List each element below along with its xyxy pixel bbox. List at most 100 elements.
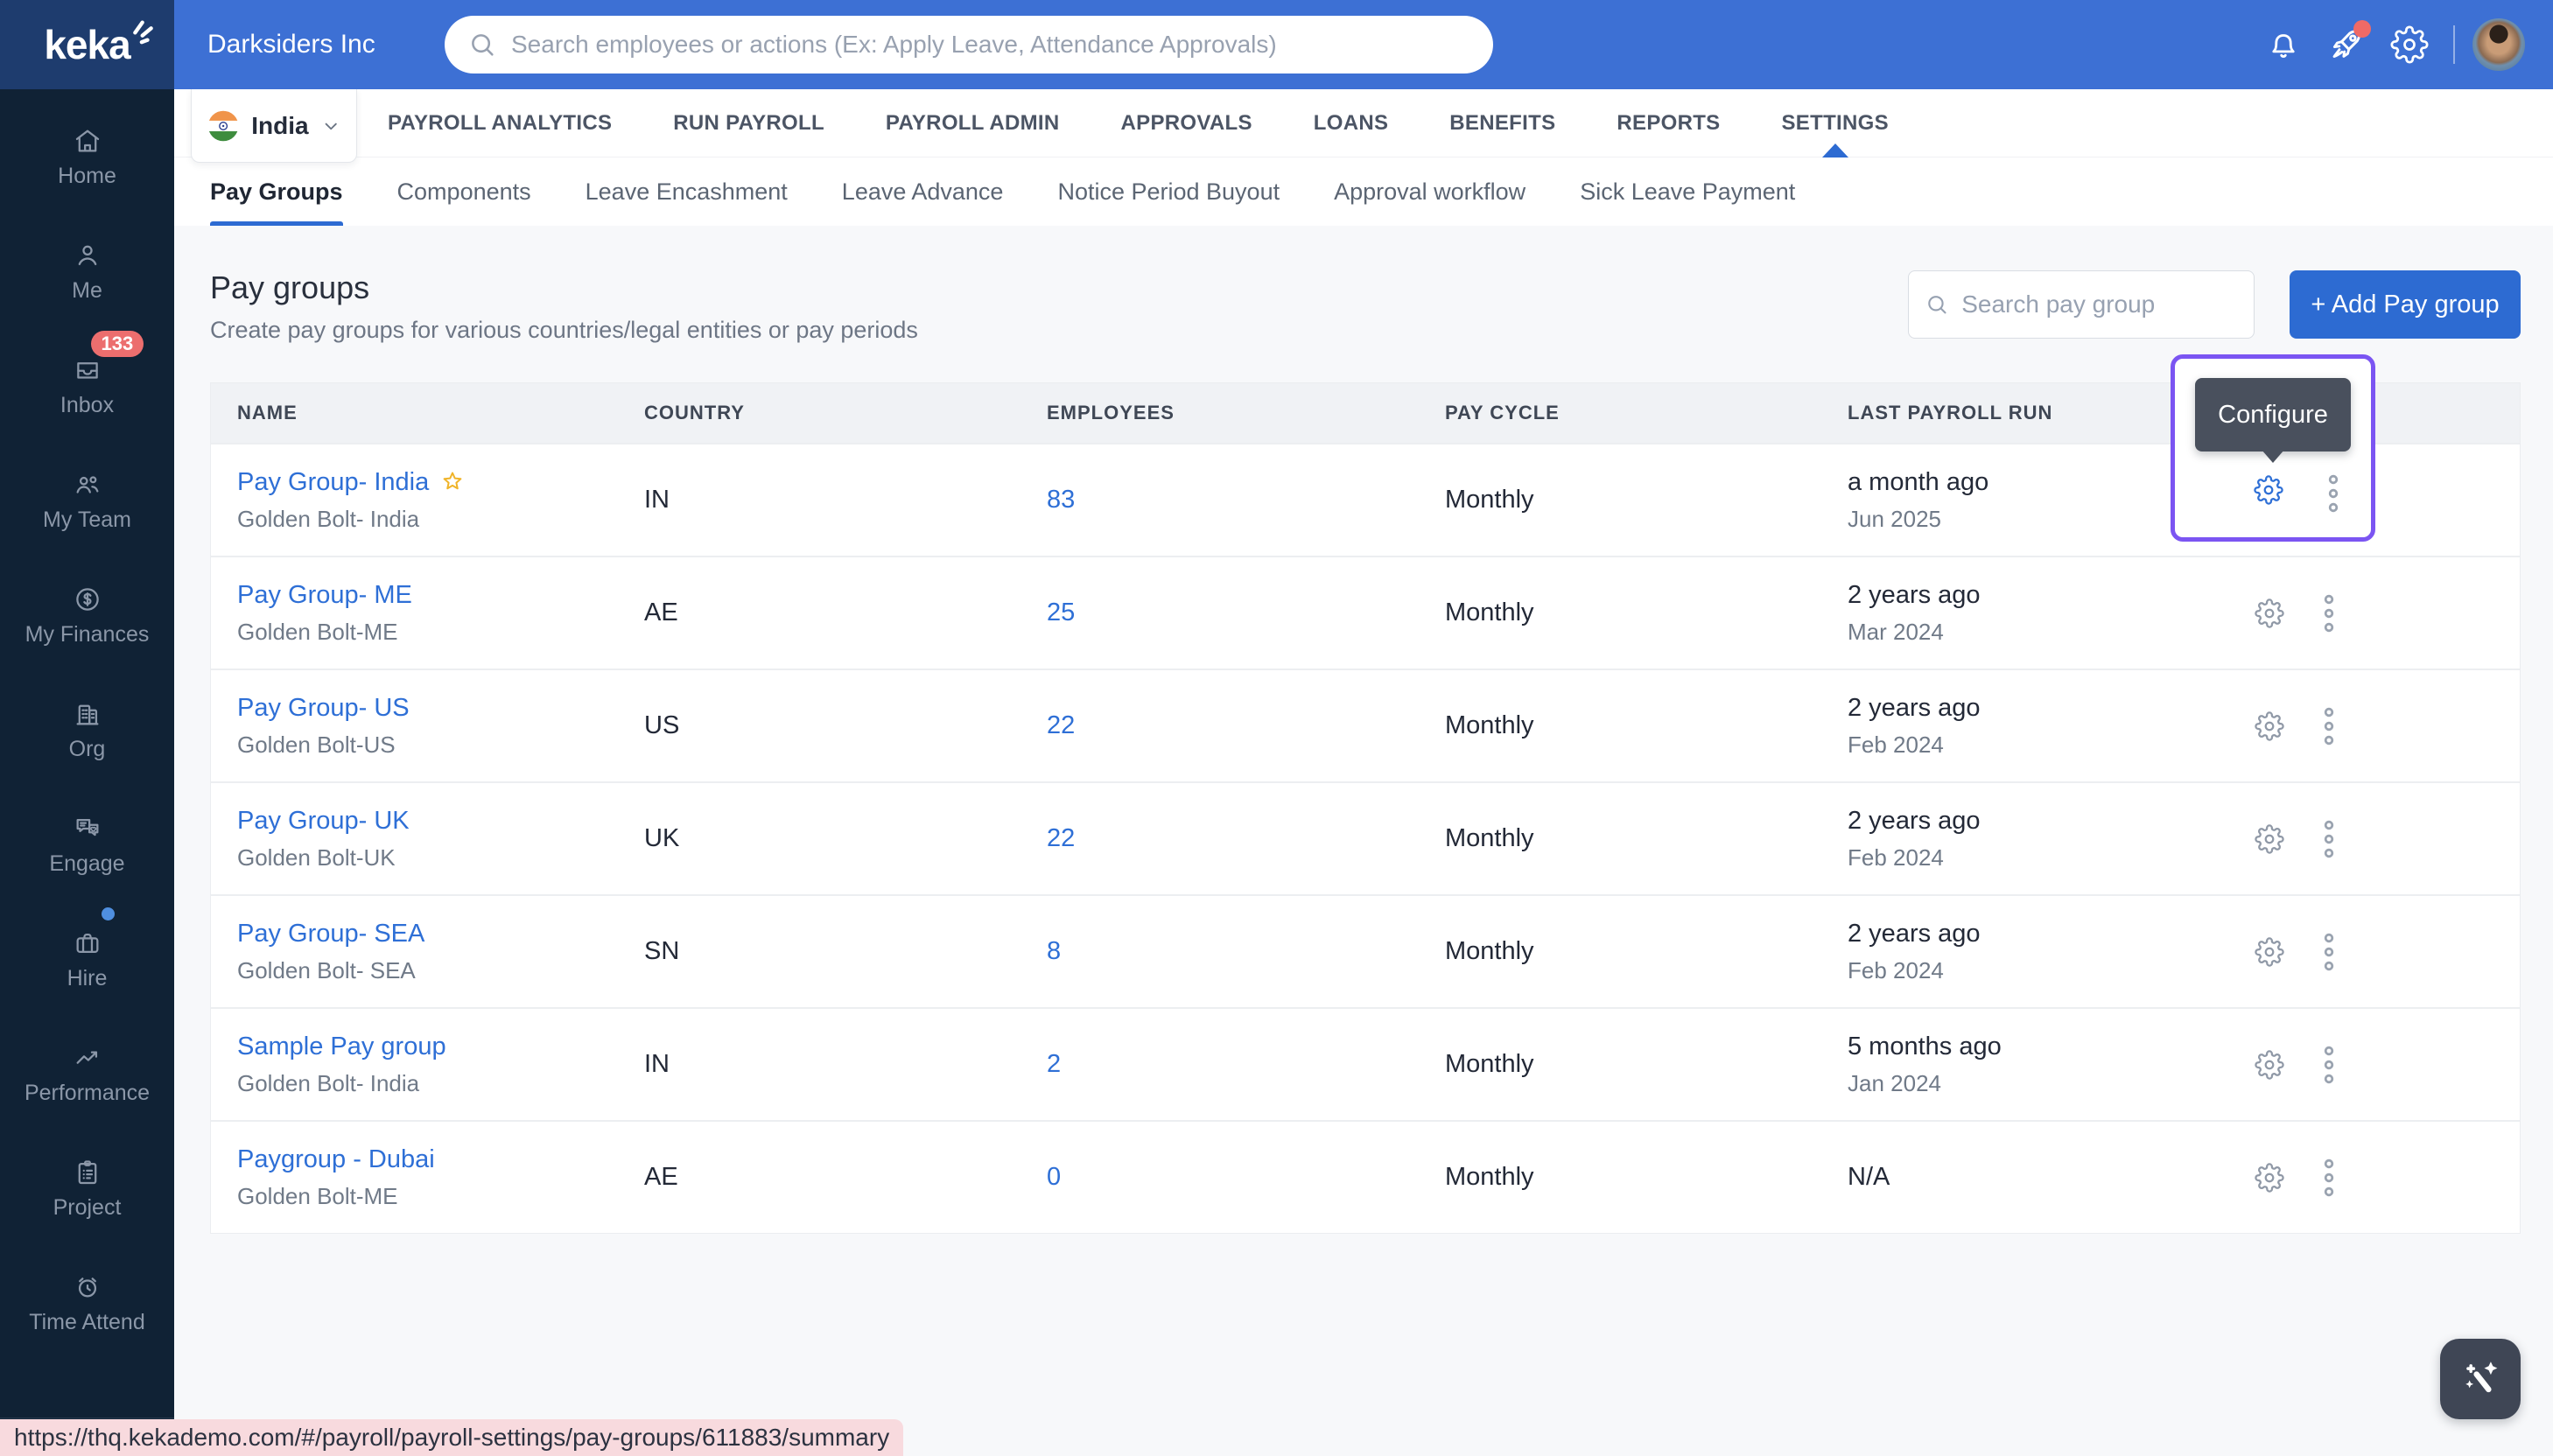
favorite-star-icon[interactable] bbox=[439, 469, 466, 495]
employees-link[interactable]: 25 bbox=[1047, 598, 1075, 626]
more-options-icon[interactable] bbox=[2322, 1044, 2336, 1086]
legal-entity: Golden Bolt-ME bbox=[237, 1182, 398, 1209]
keka-logo[interactable]: keka bbox=[0, 0, 174, 89]
pay-cycle-cell: Monthly bbox=[1445, 711, 1534, 739]
settings-gear-icon[interactable] bbox=[2378, 13, 2441, 76]
time-attend-clock-icon bbox=[78, 1277, 96, 1297]
employees-link[interactable]: 0 bbox=[1047, 1163, 1061, 1191]
employees-link[interactable]: 22 bbox=[1047, 711, 1075, 739]
legal-entity: Golden Bolt-US bbox=[237, 731, 396, 758]
table-row: Pay Group- SEA Golden Bolt- SEA SN 8 Mon… bbox=[211, 894, 2520, 1007]
tab-components[interactable]: Components bbox=[397, 158, 531, 226]
table-row: Sample Pay group Golden Bolt- India IN 2… bbox=[211, 1007, 2520, 1120]
global-search[interactable] bbox=[445, 16, 1493, 74]
magic-wand-button[interactable] bbox=[2440, 1339, 2521, 1419]
paygroup-name-link[interactable]: Pay Group- UK bbox=[237, 807, 410, 836]
configure-gear-icon[interactable] bbox=[2255, 823, 2284, 854]
sidebar-item-my-team[interactable]: My Team bbox=[0, 444, 174, 558]
topbar-divider bbox=[2453, 25, 2455, 64]
sidebar-item-my-finances[interactable]: My Finances bbox=[0, 558, 174, 673]
sidebar-item-performance[interactable]: Performance bbox=[0, 1017, 174, 1131]
paygroup-name-link[interactable]: Sample Pay group bbox=[237, 1032, 446, 1061]
tab-approval-workflow[interactable]: Approval workflow bbox=[1334, 158, 1525, 226]
search-icon bbox=[1928, 296, 1946, 314]
sidebar: Home Me 133 Inbox My Team My Finances Or… bbox=[0, 89, 174, 1456]
tab-pay-groups[interactable]: Pay Groups bbox=[210, 158, 343, 226]
employees-link[interactable]: 8 bbox=[1047, 937, 1061, 965]
pay-cycle-cell: Monthly bbox=[1445, 598, 1534, 626]
paygroup-name-link[interactable]: Paygroup - Dubai bbox=[237, 1145, 435, 1174]
sidebar-item-me[interactable]: Me bbox=[0, 214, 174, 329]
org-building-icon bbox=[76, 704, 98, 724]
notifications-bell-icon[interactable] bbox=[2252, 13, 2315, 76]
top-bar: keka Darksiders Inc bbox=[0, 0, 2553, 89]
home-icon bbox=[75, 130, 99, 151]
sidebar-item-inbox[interactable]: 133 Inbox bbox=[0, 329, 174, 444]
project-clipboard-icon bbox=[78, 1159, 96, 1184]
sidebar-item-engage[interactable]: Engage bbox=[0, 788, 174, 902]
paygroup-name-link[interactable]: Pay Group- ME bbox=[237, 581, 412, 610]
sidebar-item-time-attend[interactable]: Time Attend bbox=[0, 1246, 174, 1361]
more-options-icon[interactable] bbox=[2326, 472, 2340, 514]
legal-entity: Golden Bolt- India bbox=[237, 1069, 420, 1096]
sidebar-item-home[interactable]: Home bbox=[0, 100, 174, 214]
paygroup-name-link[interactable]: Pay Group- India bbox=[237, 468, 429, 497]
nav-benefits[interactable]: BENEFITS bbox=[1449, 89, 1555, 158]
configure-gear-icon[interactable] bbox=[2255, 710, 2284, 741]
add-pay-group-button[interactable]: + Add Pay group bbox=[2290, 270, 2521, 339]
chevron-down-icon bbox=[325, 122, 337, 130]
employees-link[interactable]: 83 bbox=[1047, 486, 1075, 514]
more-options-icon[interactable] bbox=[2322, 818, 2336, 860]
configure-gear-icon[interactable] bbox=[2255, 1162, 2284, 1193]
sidebar-item-project[interactable]: Project bbox=[0, 1131, 174, 1246]
country-cell: AE bbox=[644, 1163, 678, 1191]
paygroup-name-link[interactable]: Pay Group- SEA bbox=[237, 920, 424, 948]
last-run-relative: N/A bbox=[1848, 1163, 1890, 1191]
last-run-date: Jun 2025 bbox=[1848, 505, 1941, 532]
tab-notice-period-buyout[interactable]: Notice Period Buyout bbox=[1057, 158, 1280, 226]
team-icon bbox=[76, 475, 98, 494]
performance-trend-icon bbox=[76, 1050, 97, 1064]
tab-leave-encashment[interactable]: Leave Encashment bbox=[586, 158, 788, 226]
hire-briefcase-icon bbox=[76, 933, 98, 953]
nav-loans[interactable]: LOANS bbox=[1314, 89, 1389, 158]
module-nav: India PAYROLL ANALYTICS RUN PAYROLL PAYR… bbox=[174, 89, 2553, 163]
nav-reports[interactable]: REPORTS bbox=[1617, 89, 1720, 158]
global-search-input[interactable] bbox=[511, 31, 1470, 59]
avatar[interactable] bbox=[2472, 18, 2525, 71]
pay-group-search-input[interactable] bbox=[1961, 290, 2238, 318]
more-options-icon[interactable] bbox=[2322, 592, 2336, 634]
employees-link[interactable]: 22 bbox=[1047, 824, 1075, 852]
nav-payroll-analytics[interactable]: PAYROLL ANALYTICS bbox=[388, 89, 612, 158]
legal-entity: Golden Bolt- India bbox=[237, 505, 420, 532]
configure-gear-icon[interactable] bbox=[2254, 475, 2283, 505]
country-cell: UK bbox=[644, 824, 680, 852]
sidebar-item-hire[interactable]: Hire bbox=[0, 902, 174, 1017]
nav-approvals[interactable]: APPROVALS bbox=[1121, 89, 1252, 158]
tab-sick-leave-payment[interactable]: Sick Leave Payment bbox=[1580, 158, 1795, 226]
tab-leave-advance[interactable]: Leave Advance bbox=[842, 158, 1004, 226]
more-options-icon[interactable] bbox=[2322, 931, 2336, 973]
employees-link[interactable]: 2 bbox=[1047, 1050, 1061, 1078]
main-content: Pay groups Create pay groups for various… bbox=[174, 226, 2553, 1456]
legal-entity: Golden Bolt- SEA bbox=[237, 956, 416, 984]
table-row: Paygroup - Dubai Golden Bolt-ME AE 0 Mon… bbox=[211, 1120, 2520, 1233]
search-icon bbox=[472, 34, 494, 56]
sidebar-item-org[interactable]: Org bbox=[0, 673, 174, 788]
more-options-icon[interactable] bbox=[2322, 1157, 2336, 1199]
whats-new-rocket-icon[interactable] bbox=[2315, 13, 2378, 76]
nav-settings[interactable]: SETTINGS bbox=[1782, 89, 1889, 158]
paygroup-name-link[interactable]: Pay Group- US bbox=[237, 694, 410, 723]
configure-gear-icon[interactable] bbox=[2255, 598, 2284, 628]
pay-group-search[interactable] bbox=[1908, 270, 2255, 339]
configure-gear-icon[interactable] bbox=[2255, 936, 2284, 967]
configure-gear-icon[interactable] bbox=[2255, 1049, 2284, 1080]
last-run-relative: 2 years ago bbox=[1848, 919, 1981, 948]
browser-status-url: https://thq.kekademo.com/#/payroll/payro… bbox=[0, 1419, 904, 1456]
nav-payroll-admin[interactable]: PAYROLL ADMIN bbox=[886, 89, 1060, 158]
more-options-icon[interactable] bbox=[2322, 705, 2336, 747]
country-cell: IN bbox=[644, 1050, 670, 1078]
country-selector[interactable]: India bbox=[191, 89, 357, 163]
keka-wordmark: keka bbox=[44, 22, 130, 67]
nav-run-payroll[interactable]: RUN PAYROLL bbox=[673, 89, 824, 158]
